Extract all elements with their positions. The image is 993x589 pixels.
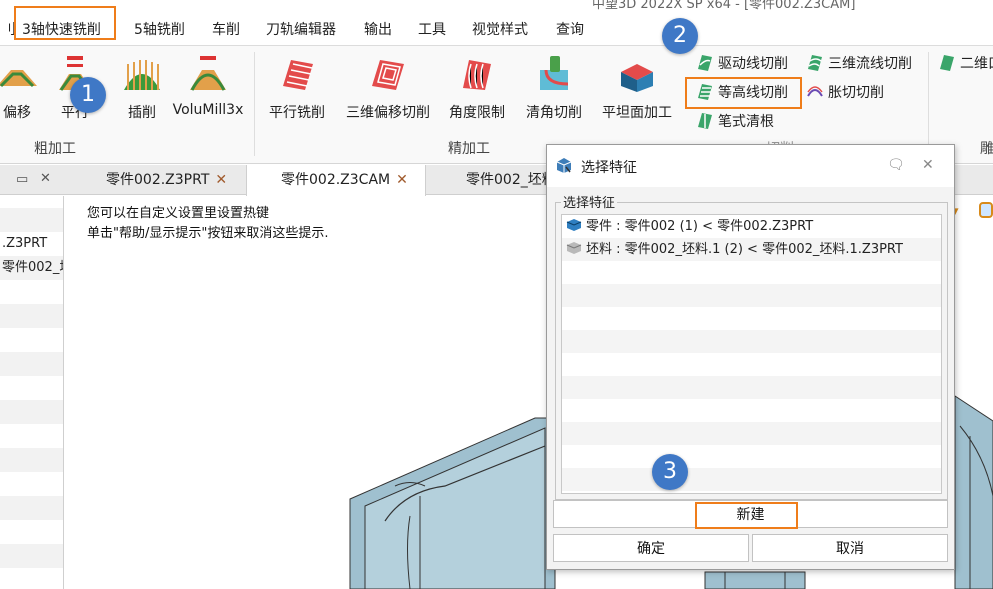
close-icon[interactable]: ✕ <box>396 172 408 188</box>
feature-groupbox-label: 选择特征 <box>561 192 618 211</box>
bulge-cut-button[interactable]: 胀切切削 <box>806 81 884 105</box>
volumill-icon <box>188 56 228 92</box>
menu-tab-bar: 刂 3轴快速铣削 5轴铣削 车削 刀轨编辑器 输出 工具 视觉样式 查询 <box>0 6 993 46</box>
highlight-contour-cut <box>685 77 802 109</box>
engrave-group-label: 雕 <box>980 141 993 157</box>
step-badge-3: 3 <box>652 454 688 490</box>
panel-row <box>0 472 63 496</box>
offset-rough-icon <box>0 56 37 92</box>
panel-row-blank[interactable]: 零件002_坯 <box>0 256 63 280</box>
list-item-empty <box>562 422 941 445</box>
panel-row <box>0 280 63 304</box>
blank-stock-icon <box>566 240 582 254</box>
tab-turning[interactable]: 车削 <box>212 18 240 42</box>
dialog-titlebar: 选择特征 🗨 ✕ <box>547 145 954 187</box>
list-item-empty <box>562 261 941 284</box>
highlight-new-button <box>695 502 798 529</box>
3d-flowline-cut-button[interactable]: 三维流线切削 <box>806 52 912 76</box>
feature-list[interactable]: 零件 : 零件002 (1) < 零件002.Z3PRT 坯料 : 零件002_… <box>561 214 942 494</box>
tab-part-z3prt[interactable]: 零件002.Z3PRT ✕ <box>92 165 246 195</box>
highlight-3axis-tab <box>14 6 116 40</box>
corner-clean-icon <box>534 56 574 92</box>
plunge-button[interactable]: 插削 <box>122 56 162 126</box>
parallel-milling-icon <box>277 56 317 92</box>
tab-tools[interactable]: 工具 <box>418 18 446 42</box>
tab-part-z3cam[interactable]: 零件002.Z3CAM ✕ <box>246 165 426 196</box>
list-item-empty <box>562 468 941 491</box>
tab-query[interactable]: 查询 <box>556 18 584 42</box>
pencil-clean-button[interactable]: 笔式清根 <box>696 110 774 134</box>
view-cube-icon[interactable] <box>979 202 993 218</box>
rough-group-label: 粗加工 <box>34 141 76 157</box>
panel-row <box>0 496 63 520</box>
step-badge-1: 1 <box>70 77 106 113</box>
comment-icon[interactable]: 🗨 <box>887 157 905 173</box>
corner-clean-button[interactable]: 清角切削 <box>522 56 586 126</box>
select-feature-icon <box>555 156 573 174</box>
tab-5axis-milling[interactable]: 5轴铣削 <box>134 18 185 42</box>
volumill-button[interactable]: VoluMill3x <box>172 56 244 126</box>
ok-button[interactable]: 确定 <box>553 534 749 562</box>
part-icon <box>566 217 582 231</box>
2d-icon <box>938 53 956 71</box>
window-title: 中望3D 2022X SP x64 - [零件002.Z3CAM] <box>592 0 856 12</box>
angle-limit-icon <box>457 56 497 92</box>
list-item-part[interactable]: 零件 : 零件002 (1) < 零件002.Z3PRT <box>562 215 941 238</box>
panel-row <box>0 400 63 424</box>
panel-row <box>0 304 63 328</box>
list-item-empty <box>562 445 941 468</box>
restore-icon[interactable]: ▭ <box>16 172 28 187</box>
finish-group-label: 精加工 <box>448 141 490 157</box>
3d-offset-cut-button[interactable]: 三维偏移切削 <box>342 56 434 126</box>
flat-face-button[interactable]: 平坦面加工 <box>598 56 676 126</box>
cancel-button[interactable]: 取消 <box>752 534 948 562</box>
panel-row <box>0 196 63 208</box>
panel-row <box>0 520 63 544</box>
plunge-icon <box>122 56 162 92</box>
list-item-empty <box>562 376 941 399</box>
angle-limit-button[interactable]: 角度限制 <box>446 56 508 126</box>
panel-row <box>0 544 63 568</box>
list-item-blank[interactable]: 坯料 : 零件002_坯料.1 (2) < 零件002_坯料.1.Z3PRT <box>562 238 941 261</box>
list-item-empty <box>562 353 941 376</box>
select-feature-dialog: 选择特征 🗨 ✕ 选择特征 零件 : 零件002 (1) < 零件002.Z3P… <box>546 144 955 570</box>
panel-row <box>0 448 63 472</box>
tab-output[interactable]: 输出 <box>364 18 392 42</box>
manager-panel: .Z3PRT 零件002_坯 <box>0 196 64 589</box>
panel-row <box>0 328 63 352</box>
flat-face-icon <box>617 56 657 92</box>
dialog-title: 选择特征 <box>581 160 637 176</box>
step-badge-2: 2 <box>662 18 698 54</box>
drive-line-cut-button[interactable]: 驱动线切削 <box>696 52 788 76</box>
2d-button[interactable]: 二维口 <box>938 52 993 76</box>
group-divider <box>254 52 255 156</box>
parallel-milling-button[interactable]: 平行铣削 <box>266 56 328 126</box>
tab-visual-style[interactable]: 视觉样式 <box>472 18 528 42</box>
panel-row <box>0 424 63 448</box>
3d-offset-icon <box>368 56 408 92</box>
tab-part-blank[interactable]: 零件002_坯料 <box>426 165 556 195</box>
pencil-clean-icon <box>696 111 714 129</box>
list-item-empty <box>562 284 941 307</box>
panel-row <box>0 352 63 376</box>
drive-line-icon <box>696 53 714 71</box>
rough-offset-button[interactable]: 偏移 <box>0 56 42 126</box>
panel-row-part[interactable]: .Z3PRT <box>0 232 63 256</box>
window-titlebar: 中望3D 2022X SP x64 - [零件002.Z3CAM] <box>0 0 993 12</box>
flowline-icon <box>806 53 824 71</box>
list-item-empty <box>562 307 941 330</box>
group-divider <box>928 52 929 156</box>
close-icon[interactable]: ✕ <box>922 157 934 173</box>
tab-toolpath-editor[interactable]: 刀轨编辑器 <box>266 18 336 42</box>
close-panel-icon[interactable]: ✕ <box>40 171 51 186</box>
close-icon[interactable]: ✕ <box>215 172 227 188</box>
panel-row <box>0 208 63 232</box>
bulge-cut-icon <box>806 82 824 100</box>
list-item-empty <box>562 399 941 422</box>
panel-row <box>0 376 63 400</box>
list-item-empty <box>562 330 941 353</box>
